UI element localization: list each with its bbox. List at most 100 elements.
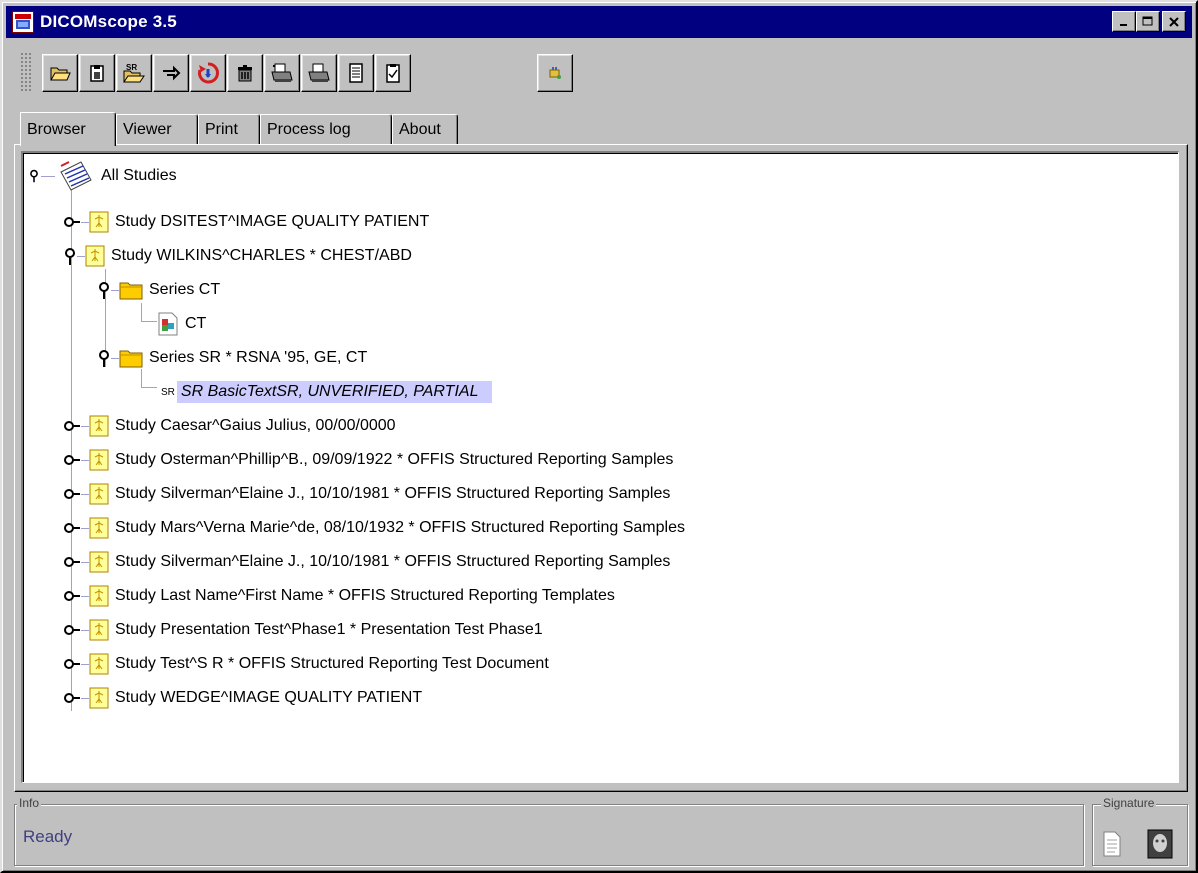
clipboard-icon (90, 65, 104, 82)
sr-document-node[interactable]: SR SR BasicTextSR, UNVERIFIED, PARTIAL (157, 379, 493, 405)
tree-line (81, 663, 89, 665)
study-icon (89, 483, 109, 505)
tree-line (81, 697, 89, 699)
node-label: Study Test^S R * OFFIS Structured Report… (115, 655, 549, 672)
toolbar: SR (14, 48, 1184, 98)
study-node[interactable]: Study Caesar^Gaius Julius, 00/00/0000 (63, 413, 396, 439)
root-label: All Studies (101, 167, 177, 184)
tree-line (111, 357, 119, 359)
expanded-handle-icon (30, 169, 38, 183)
refresh-button[interactable] (190, 54, 226, 92)
open-button[interactable] (42, 54, 78, 92)
tree-line (81, 459, 89, 461)
minimize-button[interactable] (1112, 11, 1136, 32)
tree-line (141, 303, 142, 321)
tree-root[interactable]: All Studies (27, 161, 177, 191)
node-label: Study Silverman^Elaine J., 10/10/1981 * … (115, 485, 671, 502)
study-icon (89, 687, 109, 709)
study-icon (89, 517, 109, 539)
toolbar-grip[interactable] (20, 52, 32, 92)
send-button[interactable] (153, 54, 189, 92)
maximize-icon (1142, 16, 1153, 26)
print-spool-button[interactable] (264, 54, 300, 92)
open-sr-button[interactable]: SR (116, 54, 152, 92)
collapsed-handle-icon[interactable] (63, 555, 81, 569)
expanded-handle-icon[interactable] (97, 348, 111, 368)
collapsed-handle-icon[interactable] (63, 623, 81, 637)
study-node[interactable]: Study Test^S R * OFFIS Structured Report… (63, 651, 549, 677)
node-label: CT (185, 315, 207, 332)
node-label: Study DSITEST^IMAGE QUALITY PATIENT (115, 213, 430, 230)
tree-line (81, 493, 89, 495)
document-icon (349, 63, 363, 83)
collapsed-handle-icon[interactable] (63, 521, 81, 535)
info-title: Info (17, 796, 42, 810)
collapsed-handle-icon[interactable] (63, 657, 81, 671)
study-node[interactable]: Study Last Name^First Name * OFFIS Struc… (63, 583, 615, 609)
node-label: Study Osterman^Phillip^B., 09/09/1922 * … (115, 451, 674, 468)
study-node[interactable]: Study Osterman^Phillip^B., 09/09/1922 * … (63, 447, 673, 473)
series-node[interactable]: Series SR * RSNA '95, GE, CT (97, 345, 367, 371)
image-node[interactable]: CT (157, 311, 206, 337)
print-button[interactable] (301, 54, 337, 92)
tab-viewer[interactable]: Viewer (116, 114, 198, 144)
study-icon (89, 585, 109, 607)
study-node[interactable]: Study Mars^Verna Marie^de, 08/10/1932 * … (63, 515, 685, 541)
collapsed-handle-icon[interactable] (63, 691, 81, 705)
title-bar[interactable]: DICOMscope 3.5 (6, 6, 1192, 38)
study-icon (85, 245, 105, 267)
info-group: Info Ready (14, 796, 1084, 866)
checklist-icon (386, 64, 400, 83)
verify-button[interactable] (375, 54, 411, 92)
all-studies-icon (60, 161, 92, 191)
face-icon[interactable] (1147, 829, 1173, 859)
collapsed-handle-icon[interactable] (63, 487, 81, 501)
tree-line (77, 255, 85, 257)
study-node[interactable]: Study WEDGE^IMAGE QUALITY PATIENT (63, 685, 422, 711)
trash-icon (238, 65, 252, 82)
print-spool-icon (271, 63, 293, 82)
report-button[interactable] (338, 54, 374, 92)
maximize-button[interactable] (1136, 11, 1160, 32)
tab-label: Browser (27, 120, 86, 138)
node-label: Study Mars^Verna Marie^de, 08/10/1932 * … (115, 519, 685, 536)
tab-about[interactable]: About (392, 114, 458, 144)
printer-icon (308, 63, 330, 82)
tree-line (81, 629, 89, 631)
document-icon (1103, 831, 1121, 857)
image-file-icon (158, 312, 178, 336)
node-label: Series CT (149, 281, 221, 298)
collapsed-handle-icon[interactable] (63, 215, 81, 229)
series-node[interactable]: Series CT (97, 277, 220, 303)
node-label: Study Last Name^First Name * OFFIS Struc… (115, 587, 615, 604)
window-title: DICOMscope 3.5 (40, 12, 177, 31)
status-text: Ready (23, 827, 73, 846)
signature-group: Signature (1092, 796, 1188, 866)
clipboard-button[interactable] (79, 54, 115, 92)
study-node[interactable]: Study WILKINS^CHARLES * CHEST/ABD (63, 243, 412, 269)
collapsed-handle-icon[interactable] (63, 589, 81, 603)
tab-process-log[interactable]: Process log (260, 114, 392, 144)
study-tree[interactable]: All Studies Study DSITEST^IMAGE QUALITY … (21, 151, 1179, 783)
collapsed-handle-icon[interactable] (63, 419, 81, 433)
delete-button[interactable] (227, 54, 263, 92)
expanded-handle-icon[interactable] (63, 246, 77, 266)
open-sr-icon: SR (123, 63, 145, 83)
signature-title: Signature (1101, 796, 1157, 810)
study-node[interactable]: Study Presentation Test^Phase1 * Present… (63, 617, 543, 643)
tool-button[interactable] (537, 54, 573, 92)
tree-line (141, 321, 157, 322)
expanded-handle-icon[interactable] (97, 280, 111, 300)
study-node[interactable]: Study Silverman^Elaine J., 10/10/1981 * … (63, 481, 670, 507)
tree-line (141, 387, 157, 388)
tab-browser[interactable]: Browser (20, 112, 116, 146)
tab-label: Process log (267, 120, 351, 138)
tree-line (81, 527, 89, 529)
close-button[interactable] (1162, 11, 1186, 32)
collapsed-handle-icon[interactable] (63, 453, 81, 467)
study-node[interactable]: Study DSITEST^IMAGE QUALITY PATIENT (63, 209, 429, 235)
tab-print[interactable]: Print (198, 114, 260, 144)
study-node[interactable]: Study Silverman^Elaine J., 10/10/1981 * … (63, 549, 670, 575)
study-icon (89, 415, 109, 437)
tree-line (81, 595, 89, 597)
